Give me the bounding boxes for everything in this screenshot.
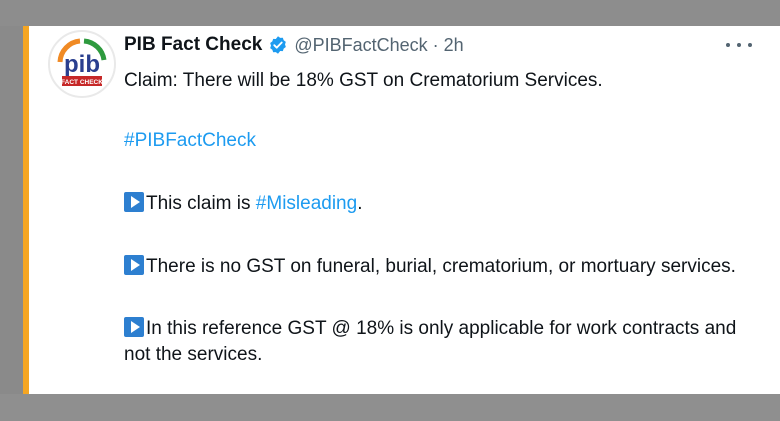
hashtag-misleading[interactable]: #Misleading	[256, 193, 357, 214]
pib-logo-icon: pib FACT CHECK	[57, 38, 107, 86]
point-3: In this reference GST @ 18% is only appl…	[124, 316, 764, 368]
hashtag-pibfactcheck[interactable]: #PIBFactCheck	[124, 130, 256, 151]
more-dot	[737, 43, 741, 47]
play-button-emoji-icon	[124, 255, 144, 275]
author-name[interactable]: PIB Fact Check	[124, 34, 262, 56]
top-border-band	[0, 0, 780, 26]
hashtag-line: #PIBFactCheck	[124, 128, 256, 154]
screenshot-frame: pib FACT CHECK PIB Fact Check @PIBFactCh…	[0, 0, 780, 421]
avatar-main-text: pib	[64, 51, 100, 78]
point-2-text: There is no GST on funeral, burial, crem…	[146, 256, 736, 277]
claim-text: Claim: There will be 18% GST on Cremator…	[124, 70, 603, 91]
point-1: This claim is #Misleading.	[124, 191, 362, 217]
verified-badge-icon	[270, 36, 287, 54]
more-options-icon[interactable]	[726, 36, 752, 54]
tweet-header: PIB Fact Check @PIBFactCheck · 2h	[124, 33, 464, 57]
author-handle[interactable]: @PIBFactCheck	[294, 35, 427, 56]
play-button-emoji-icon	[124, 192, 144, 212]
tweet-timestamp[interactable]: 2h	[444, 35, 464, 56]
point-3-text: In this reference GST @ 18% is only appl…	[124, 318, 737, 365]
accent-bar	[23, 26, 29, 394]
avatar[interactable]: pib FACT CHECK	[48, 30, 116, 98]
point-1-after: .	[357, 193, 363, 214]
bottom-border-band	[0, 394, 780, 421]
more-dot	[726, 43, 730, 47]
play-button-emoji-icon	[124, 317, 144, 337]
avatar-sub-text: FACT CHECK	[61, 79, 103, 86]
header-separator: ·	[432, 34, 439, 55]
point-1-text: This claim is	[146, 193, 256, 214]
more-dot	[748, 43, 752, 47]
point-2: There is no GST on funeral, burial, crem…	[124, 254, 736, 280]
